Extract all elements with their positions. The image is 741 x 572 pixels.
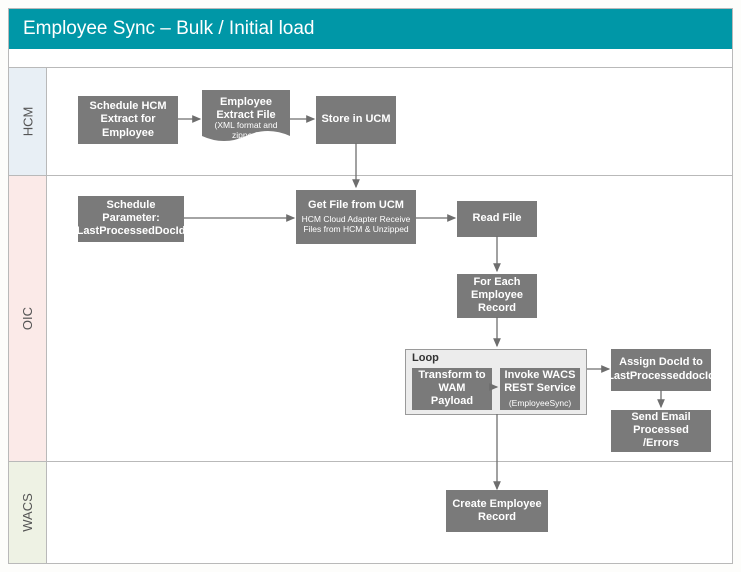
loop-label: Loop bbox=[412, 352, 439, 364]
box-store-in-ucm: Store in UCM bbox=[316, 96, 396, 144]
box-send-email: Send Email Processed /Errors bbox=[611, 410, 711, 452]
lane-hcm-label: HCM bbox=[9, 68, 47, 175]
lane-oic: OIC Schedule Parameter: LastProcessedDoc… bbox=[9, 176, 732, 463]
title-text: Employee Sync – Bulk / Initial load bbox=[23, 18, 315, 39]
lane-wacs-label: WACS bbox=[9, 462, 47, 563]
lane-oic-body: Schedule Parameter: LastProcessedDocId G… bbox=[47, 176, 732, 462]
swimlane-diagram: Employee Sync – Bulk / Initial load HCM … bbox=[8, 8, 733, 564]
box-invoke-wacs-rest: Invoke WACS REST Service (EmployeeSync) bbox=[500, 368, 580, 410]
box-create-employee-record: Create Employee Record bbox=[446, 490, 548, 532]
lane-oic-label: OIC bbox=[9, 176, 47, 462]
box-schedule-parameter: Schedule Parameter: LastProcessedDocId bbox=[78, 196, 184, 242]
box-get-file-from-ucm: Get File from UCM HCM Cloud Adapter Rece… bbox=[296, 190, 416, 244]
lane-wacs: WACS Create Employee Record bbox=[9, 462, 732, 563]
loop-container: Loop Transform to WAM Payload Invoke WAC… bbox=[405, 349, 587, 415]
box-schedule-hcm-extract: Schedule HCM Extract for Employee bbox=[78, 96, 178, 144]
box-read-file: Read File bbox=[457, 201, 537, 237]
lane-wacs-body: Create Employee Record bbox=[47, 462, 732, 563]
shape-employee-extract-file: Employee Extract File (XML format and zi… bbox=[202, 90, 290, 146]
box-assign-docid: Assign DocId to LastProcesseddocId bbox=[611, 349, 711, 391]
box-for-each-record: For Each Employee Record bbox=[457, 274, 537, 318]
diagram-title: Employee Sync – Bulk / Initial load bbox=[9, 9, 732, 49]
box-transform-payload: Transform to WAM Payload bbox=[412, 368, 492, 410]
lanes-container: HCM Schedule HCM Extract for Employee Em… bbox=[9, 67, 732, 563]
lane-hcm: HCM Schedule HCM Extract for Employee Em… bbox=[9, 68, 732, 176]
lane-hcm-body: Schedule HCM Extract for Employee Employ… bbox=[47, 68, 732, 175]
